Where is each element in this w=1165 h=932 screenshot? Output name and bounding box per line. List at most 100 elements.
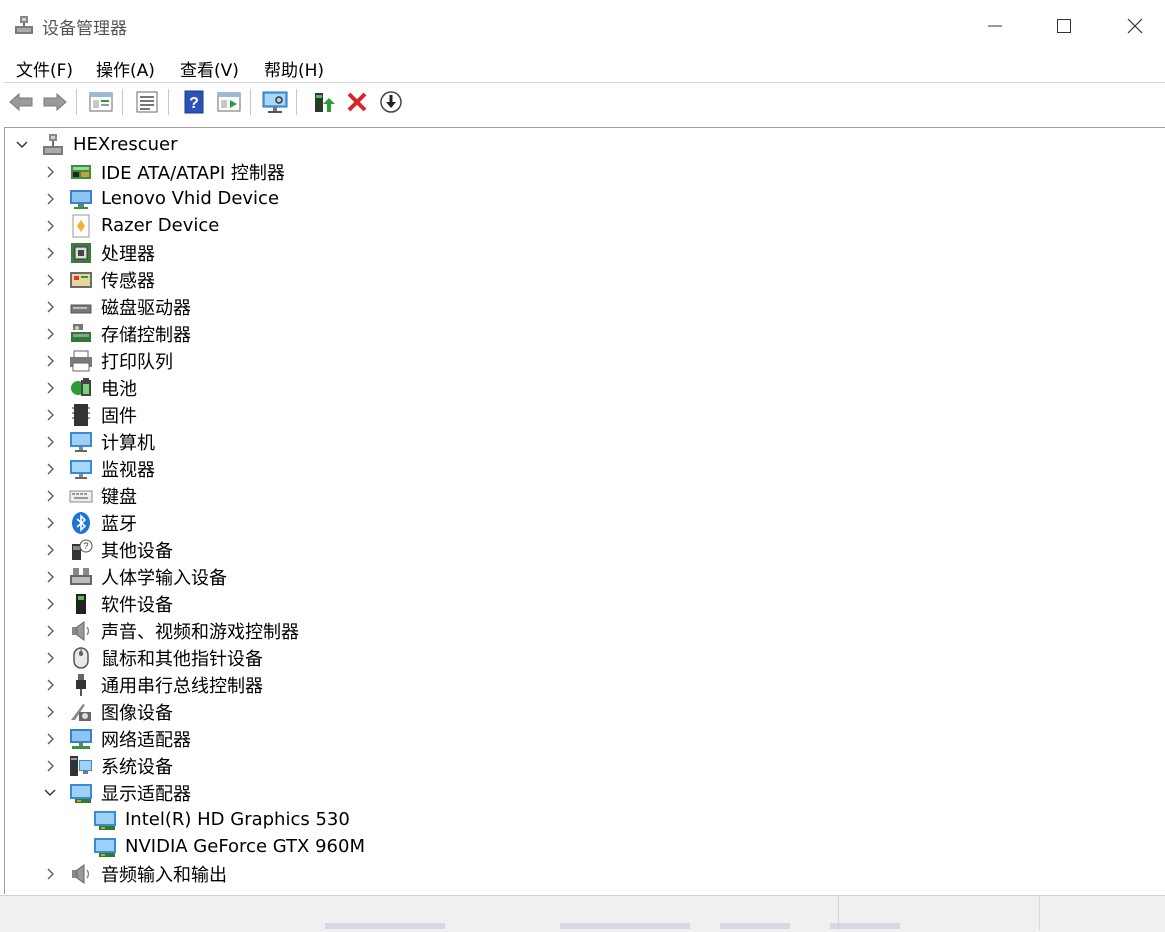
hid-icon [69, 565, 93, 589]
tree-category[interactable]: Lenovo Vhid Device [43, 185, 279, 212]
menu-help[interactable]: 帮助(H) [264, 56, 324, 81]
tree-category[interactable]: 软件设备 [43, 590, 173, 617]
chevron-right-icon[interactable] [43, 516, 57, 530]
chevron-right-icon[interactable] [43, 705, 57, 719]
background-residue [720, 923, 790, 929]
back-button[interactable] [8, 89, 34, 115]
tree-category[interactable]: 显示适配器 [43, 779, 191, 806]
chevron-right-icon[interactable] [43, 624, 57, 638]
background-residue [325, 923, 445, 929]
menu-action[interactable]: 操作(A) [96, 56, 155, 81]
update-driver-button[interactable] [310, 89, 336, 115]
maximize-icon [1057, 19, 1071, 33]
root-label: HEXrescuer [73, 134, 178, 155]
printer-icon [69, 349, 93, 373]
category-label: 网络适配器 [101, 729, 191, 751]
tree-category[interactable]: 鼠标和其他指针设备 [43, 644, 263, 671]
tree-device[interactable]: Intel(R) HD Graphics 530 [93, 806, 350, 833]
update-driver-icon [315, 93, 335, 112]
help-button[interactable]: ? [181, 89, 207, 115]
tree-category[interactable]: 处理器 [43, 239, 155, 266]
computer-tower-icon [41, 133, 65, 157]
tree-category[interactable]: 固件 [43, 401, 137, 428]
close-button[interactable] [1112, 8, 1158, 44]
tree-category[interactable]: 键盘 [43, 482, 137, 509]
tree-category[interactable]: 磁盘驱动器 [43, 293, 191, 320]
chevron-right-icon[interactable] [43, 273, 57, 287]
category-label: 音频输入和输出 [101, 864, 227, 886]
device-tree[interactable]: HEXrescuer IDE ATA/ATAPI 控制器 Lenovo Vhid … [4, 127, 1165, 894]
category-label: Lenovo Vhid Device [101, 188, 280, 209]
chevron-right-icon[interactable] [43, 543, 57, 557]
details-view-button[interactable] [216, 89, 242, 115]
category-label: IDE ATA/ATAPI 控制器 [101, 162, 285, 184]
chevron-right-icon[interactable] [43, 570, 57, 584]
category-label: 计算机 [101, 432, 155, 454]
tree-category[interactable]: 监视器 [43, 455, 155, 482]
tree-category[interactable]: 计算机 [43, 428, 155, 455]
tree-category[interactable]: 音频输入和输出 [43, 860, 227, 887]
processor-icon [69, 241, 93, 265]
tree-root[interactable]: HEXrescuer [15, 131, 177, 158]
svg-text:?: ? [189, 95, 199, 112]
disable-device-button[interactable] [378, 89, 404, 115]
tree-category[interactable]: 电池 [43, 374, 137, 401]
tree-category[interactable]: 声音、视频和游戏控制器 [43, 617, 299, 644]
tree-category[interactable]: 存储控制器 [43, 320, 191, 347]
tree-category[interactable]: 网络适配器 [43, 725, 191, 752]
chevron-right-icon[interactable] [43, 165, 57, 179]
chevron-right-icon[interactable] [43, 354, 57, 368]
properties-button[interactable] [134, 89, 160, 115]
chevron-right-icon[interactable] [43, 732, 57, 746]
chevron-right-icon[interactable] [43, 300, 57, 314]
chevron-right-icon[interactable] [43, 651, 57, 665]
chevron-right-icon[interactable] [43, 597, 57, 611]
title-bar[interactable]: 设备管理器 [0, 0, 1165, 52]
tree-category[interactable]: 蓝牙 [43, 509, 137, 536]
chevron-right-icon[interactable] [43, 327, 57, 341]
chevron-right-icon[interactable] [43, 435, 57, 449]
chevron-right-icon[interactable] [43, 246, 57, 260]
tree-category[interactable]: 系统设备 [43, 752, 173, 779]
tree-category[interactable]: 打印队列 [43, 347, 173, 374]
tree-device[interactable]: NVIDIA GeForce GTX 960M [93, 833, 365, 860]
display-adapter-icon [93, 808, 117, 832]
chevron-right-icon[interactable] [43, 381, 57, 395]
menu-view[interactable]: 查看(V) [180, 56, 239, 81]
minimize-button[interactable] [972, 8, 1018, 44]
software-device-icon [69, 592, 93, 616]
tree-category[interactable]: 图像设备 [43, 698, 173, 725]
disk-drive-icon [69, 295, 93, 319]
maximize-button[interactable] [1041, 8, 1087, 44]
chevron-right-icon[interactable] [43, 462, 57, 476]
category-label: 其他设备 [101, 540, 173, 562]
ide-controller-icon [69, 160, 93, 184]
category-label: 人体学输入设备 [101, 567, 227, 589]
disable-device-icon [380, 91, 402, 113]
category-label: 系统设备 [101, 756, 173, 778]
chevron-right-icon[interactable] [43, 759, 57, 773]
tree-category[interactable]: Razer Device [43, 212, 219, 239]
scan-hardware-button[interactable] [262, 89, 288, 115]
category-label: 声音、视频和游戏控制器 [101, 621, 299, 643]
chevron-right-icon[interactable] [43, 867, 57, 881]
tree-category[interactable]: 通用串行总线控制器 [43, 671, 263, 698]
chevron-right-icon[interactable] [43, 489, 57, 503]
chevron-right-icon[interactable] [43, 219, 57, 233]
tree-category[interactable]: 传感器 [43, 266, 155, 293]
usb-icon [69, 673, 93, 697]
chevron-right-icon[interactable] [43, 192, 57, 206]
chevron-right-icon[interactable] [43, 678, 57, 692]
show-hide-tree-button[interactable] [88, 89, 114, 115]
chevron-right-icon[interactable] [43, 408, 57, 422]
menu-file[interactable]: 文件(F) [16, 56, 73, 81]
chevron-down-icon[interactable] [43, 786, 57, 800]
tree-category[interactable]: 人体学输入设备 [43, 563, 227, 590]
chevron-down-icon[interactable] [15, 138, 29, 152]
forward-button[interactable] [42, 89, 68, 115]
unknown-device-icon: ? [69, 538, 93, 562]
display-adapter-icon [93, 835, 117, 859]
uninstall-button[interactable] [344, 89, 370, 115]
tree-category[interactable]: IDE ATA/ATAPI 控制器 [43, 158, 285, 185]
tree-category[interactable]: ? 其他设备 [43, 536, 173, 563]
